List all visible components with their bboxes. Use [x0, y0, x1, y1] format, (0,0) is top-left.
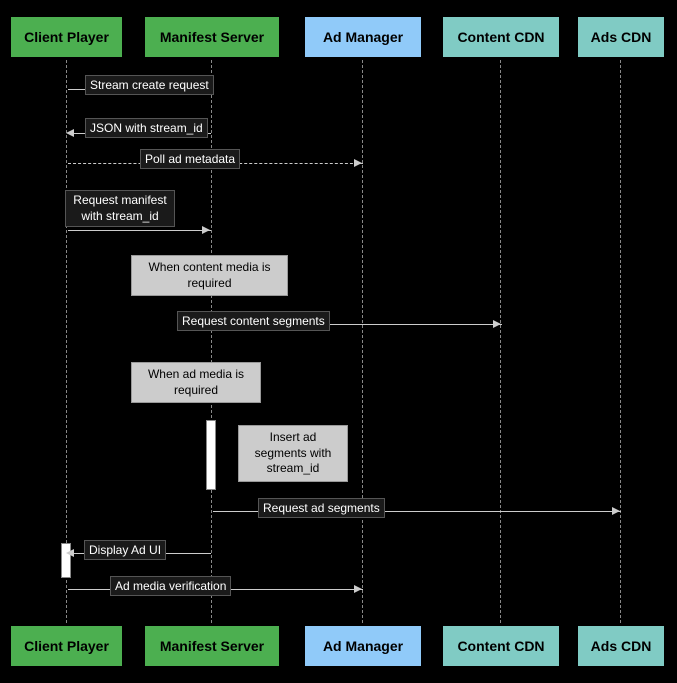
label-display-ad-ui: Display Ad UI — [84, 540, 166, 560]
actor-ads-cdn-bottom: Ads CDN — [576, 624, 666, 668]
arrow-json-stream-id-head — [66, 129, 74, 137]
note-when-ad: When ad media is required — [131, 362, 261, 403]
arrow-poll-ad-metadata-head — [354, 159, 362, 167]
arrow-request-manifest-head — [202, 226, 210, 234]
lifeline-client-player — [66, 60, 67, 623]
actor-client-player-top: Client Player — [9, 15, 124, 59]
lifeline-content-cdn — [500, 60, 501, 623]
label-poll-ad-metadata: Poll ad metadata — [140, 149, 240, 169]
note-when-content: When content media is required — [131, 255, 288, 296]
actor-content-cdn-top: Content CDN — [441, 15, 561, 59]
actor-manifest-server-bottom: Manifest Server — [143, 624, 281, 668]
lifeline-ad-manager — [362, 60, 363, 623]
arrow-request-ad-segments-head — [612, 507, 620, 515]
arrow-request-manifest — [68, 230, 211, 231]
label-request-ad-segments: Request ad segments — [258, 498, 385, 518]
actor-ad-manager-top: Ad Manager — [303, 15, 423, 59]
lifeline-manifest-server — [211, 60, 212, 623]
arrow-request-content-head — [493, 320, 501, 328]
actor-client-player-bottom: Client Player — [9, 624, 124, 668]
actor-content-cdn-bottom: Content CDN — [441, 624, 561, 668]
lifeline-ads-cdn — [620, 60, 621, 623]
label-request-manifest: Request manifestwith stream_id — [65, 190, 175, 227]
actor-manifest-server-top: Manifest Server — [143, 15, 281, 59]
activation-manifest — [206, 420, 216, 490]
actor-ads-cdn-top: Ads CDN — [576, 15, 666, 59]
note-insert-ad-segments: Insert ad segments with stream_id — [238, 425, 348, 482]
label-ad-media-verification: Ad media verification — [110, 576, 231, 596]
label-stream-create: Stream create request — [85, 75, 214, 95]
arrow-ad-media-verification-head — [354, 585, 362, 593]
sequence-diagram: Client Player Manifest Server Ad Manager… — [0, 0, 677, 683]
arrow-display-ad-ui-head — [66, 549, 74, 557]
label-request-content-segments: Request content segments — [177, 311, 330, 331]
actor-ad-manager-bottom: Ad Manager — [303, 624, 423, 668]
label-json-stream-id: JSON with stream_id — [85, 118, 208, 138]
